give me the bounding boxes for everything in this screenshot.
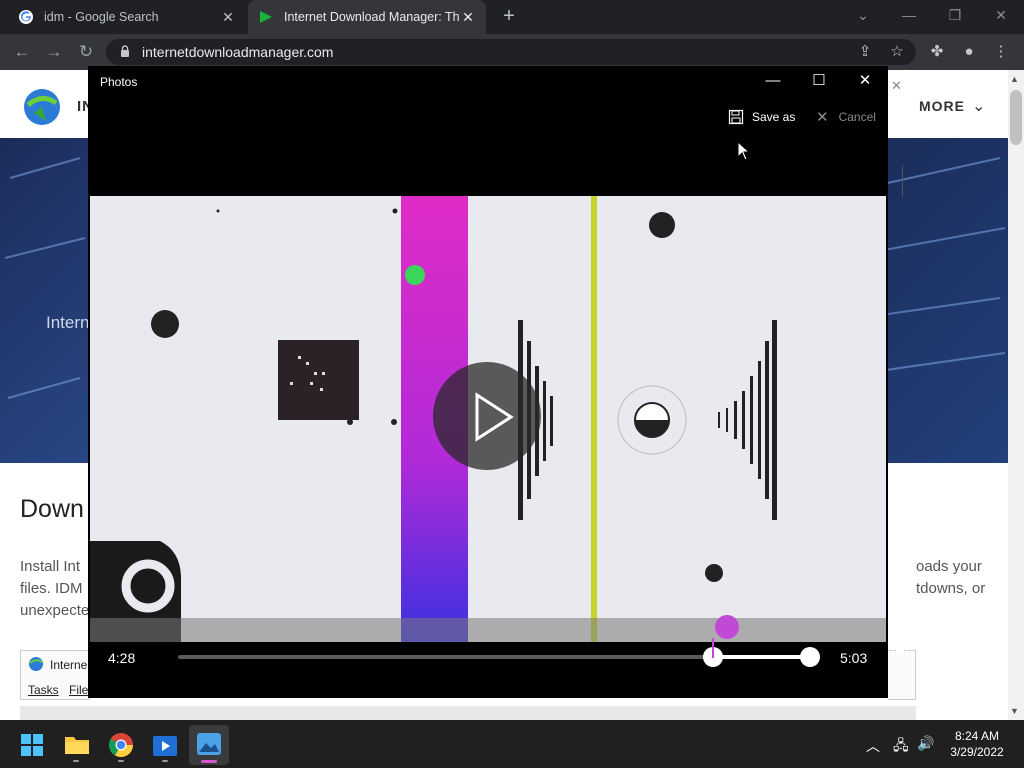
cancel-label: Cancel (838, 110, 876, 124)
minimize-icon[interactable]: — (886, 0, 932, 34)
tab-idm[interactable]: Internet Download Manager: The ✕ (248, 0, 486, 34)
idm-toolbar-strip (20, 706, 916, 720)
chevron-down-icon[interactable]: ⌄ (972, 96, 985, 116)
tab-title: idm - Google Search (44, 10, 159, 24)
profile-icon[interactable]: ● (960, 43, 978, 61)
idm-favicon-icon (260, 11, 272, 23)
back-icon[interactable]: ← (12, 42, 32, 62)
photos-minimize-icon[interactable]: — (750, 70, 796, 92)
app-running-indicator (162, 760, 168, 762)
mouse-cursor-icon (737, 141, 751, 161)
menu-file[interactable]: File (69, 683, 88, 697)
trim-end-handle[interactable] (800, 647, 820, 667)
lock-icon[interactable] (120, 45, 130, 58)
tab-google-search[interactable]: idm - Google Search ✕ (8, 0, 246, 34)
video-editor-icon[interactable] (151, 732, 179, 758)
share-icon[interactable]: ⇪ (856, 43, 874, 61)
forward-icon[interactable]: → (44, 42, 64, 62)
page-scrollbar[interactable] (1008, 70, 1024, 720)
photos-icon[interactable] (196, 732, 222, 756)
show-hidden-icons-icon[interactable]: ︿ (866, 736, 880, 756)
photos-title: Photos (100, 75, 138, 89)
reload-icon[interactable]: ↻ (76, 42, 96, 62)
cancel-icon: ✕ (816, 109, 829, 126)
close-tab-icon[interactable]: ✕ (460, 9, 476, 26)
paragraph-line: files. IDM (20, 580, 83, 597)
bookmark-star-icon[interactable]: ☆ (888, 43, 906, 61)
playback-controls (88, 642, 888, 698)
start-icon[interactable] (20, 733, 44, 757)
idm-logo-icon[interactable] (20, 85, 64, 129)
extensions-icon[interactable]: ✤ (928, 43, 946, 61)
close-banner-icon[interactable]: ✕ (891, 78, 902, 94)
divider (902, 165, 903, 197)
paragraph-line: tdowns, or (916, 580, 986, 597)
save-as-button[interactable]: Save as (728, 108, 795, 126)
app-active-indicator (201, 760, 217, 763)
nav-more-link[interactable]: MORE (919, 98, 965, 114)
app-running-indicator (73, 760, 79, 762)
file-explorer-icon[interactable] (64, 733, 90, 755)
save-icon (728, 109, 744, 125)
paragraph-line: oads your (916, 558, 982, 575)
hero-text: Intern (46, 313, 90, 332)
trim-selected-range (712, 655, 810, 659)
paragraph-left: Install Int files. IDM unexpecte (20, 556, 89, 622)
save-as-label: Save as (752, 110, 796, 124)
scroll-up-icon[interactable]: ▲ (1010, 74, 1019, 84)
scroll-down-icon[interactable]: ▼ (1010, 706, 1019, 716)
volume-icon[interactable]: 🔊 (917, 735, 934, 752)
cancel-button[interactable]: ✕ Cancel (816, 108, 876, 126)
chrome-icon[interactable] (108, 732, 134, 758)
menu-icon[interactable]: ⋮ (992, 43, 1010, 61)
idm-window-title: Interne (50, 658, 88, 672)
close-tab-icon[interactable]: ✕ (220, 9, 236, 26)
network-icon[interactable]: 🖧 (893, 735, 909, 759)
menu-tasks[interactable]: Tasks (28, 683, 59, 697)
playhead-marker (711, 638, 714, 658)
close-window-icon[interactable]: ✕ (978, 0, 1024, 34)
app-running-indicator (118, 760, 124, 762)
clock-date[interactable]: 3/29/2022 (944, 745, 1010, 759)
scrollbar-thumb[interactable] (1010, 90, 1022, 145)
photos-maximize-icon[interactable]: ☐ (796, 70, 842, 92)
fullscreen-icon[interactable] (892, 643, 908, 659)
new-tab-button[interactable]: + (498, 6, 520, 28)
photos-close-icon[interactable]: ✕ (842, 70, 888, 92)
clock-time[interactable]: 8:24 AM (944, 729, 1010, 743)
current-time: 4:28 (108, 650, 136, 666)
total-time: 5:03 (840, 650, 868, 666)
restore-icon[interactable]: ❐ (932, 0, 978, 34)
paragraph-line: Install Int (20, 558, 81, 575)
play-icon[interactable] (474, 392, 514, 442)
google-icon (19, 10, 33, 24)
tab-search-icon[interactable]: ⌄ (840, 0, 886, 34)
url-text[interactable]: internetdownloadmanager.com (142, 44, 333, 60)
paragraph-line: unexpecte (20, 602, 90, 619)
idm-small-icon (29, 657, 43, 671)
tab-title: Internet Download Manager: The (284, 10, 460, 24)
page-heading: Down (20, 495, 84, 523)
paragraph-right: oads your tdowns, or (916, 556, 985, 600)
